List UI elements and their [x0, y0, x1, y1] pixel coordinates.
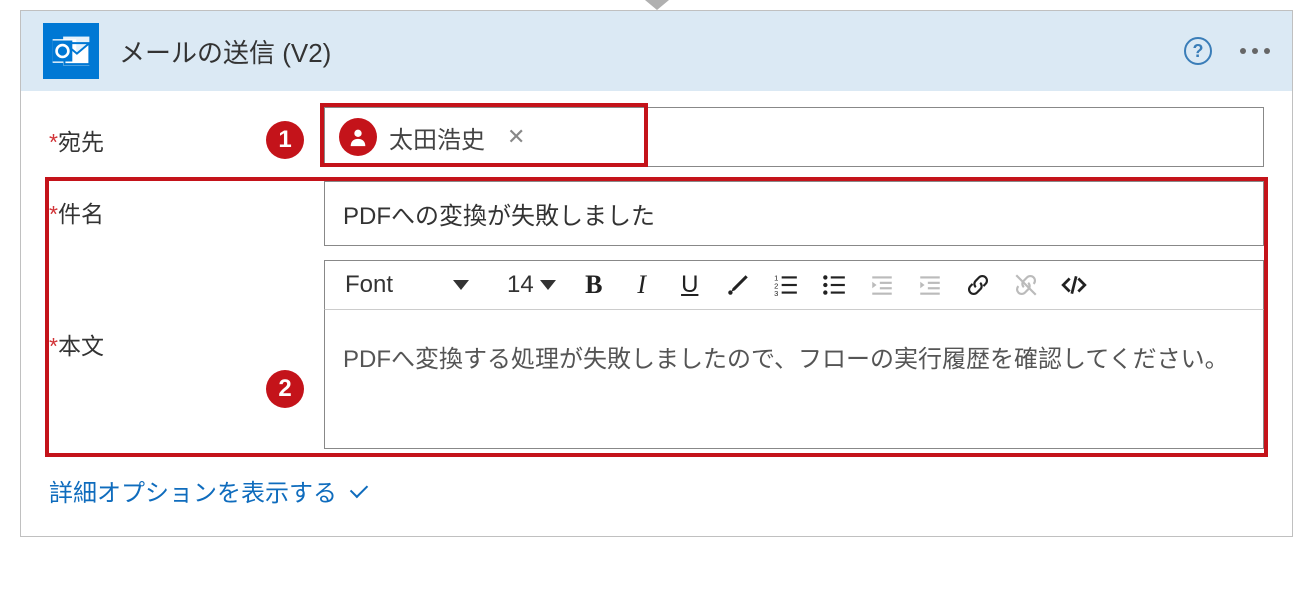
more-menu-icon[interactable]: [1240, 48, 1270, 54]
underline-button[interactable]: U: [670, 267, 710, 303]
color-picker-button[interactable]: [718, 267, 758, 303]
recipient-chip: 太田浩史 ✕: [335, 114, 537, 160]
outlook-icon: [43, 23, 99, 79]
unlink-button[interactable]: [1006, 267, 1046, 303]
font-size-select[interactable]: 14: [497, 267, 566, 303]
to-label: *宛先: [49, 123, 104, 157]
card-body: *宛先 1 太田浩史 ✕: [21, 91, 1292, 536]
body-editor[interactable]: PDFへ変換する処理が失敗しましたので、フローの実行履歴を確認してください。: [324, 309, 1264, 449]
indent-button[interactable]: [910, 267, 950, 303]
subject-input[interactable]: PDFへの変換が失敗しました: [324, 181, 1264, 246]
body-label: *本文: [49, 327, 104, 361]
editor-toolbar: Font 14 B I U: [324, 260, 1264, 309]
to-input[interactable]: 太田浩史 ✕: [324, 107, 1264, 167]
italic-button[interactable]: I: [622, 267, 662, 303]
card-title: メールの送信 (V2): [119, 33, 1164, 70]
advanced-link-label: 詳細オプションを表示する: [49, 473, 337, 508]
code-view-button[interactable]: [1054, 267, 1094, 303]
font-label: Font: [345, 271, 393, 299]
bullet-list-button[interactable]: [814, 267, 854, 303]
caret-down-icon: [453, 280, 469, 290]
svg-text:3: 3: [774, 289, 778, 298]
remove-recipient-icon[interactable]: ✕: [507, 124, 525, 150]
font-select[interactable]: Font: [337, 267, 477, 303]
bold-button[interactable]: B: [574, 267, 614, 303]
field-subject-row: *件名 PDFへの変換が失敗しました: [49, 181, 1264, 246]
numbered-list-button[interactable]: 123: [766, 267, 806, 303]
callout-badge-2: 2: [266, 370, 304, 408]
flow-arrow-icon: [645, 0, 669, 10]
person-icon: [339, 118, 377, 156]
link-button[interactable]: [958, 267, 998, 303]
recipient-name: 太田浩史: [389, 120, 485, 155]
font-size-value: 14: [507, 271, 534, 299]
callout-badge-1: 1: [266, 121, 304, 159]
outdent-button[interactable]: [862, 267, 902, 303]
card-header: メールの送信 (V2) ?: [21, 11, 1292, 91]
help-icon[interactable]: ?: [1184, 37, 1212, 65]
show-advanced-link[interactable]: 詳細オプションを表示する: [49, 473, 367, 508]
subject-label: *件名: [49, 195, 104, 229]
chevron-down-icon: [350, 479, 368, 497]
field-to-row: *宛先 1 太田浩史 ✕: [49, 107, 1264, 167]
action-card: メールの送信 (V2) ? *宛先 1 太田浩史: [20, 10, 1293, 537]
field-body-row: *本文 2 Font 14 B I: [49, 260, 1264, 449]
caret-down-icon: [540, 280, 556, 290]
